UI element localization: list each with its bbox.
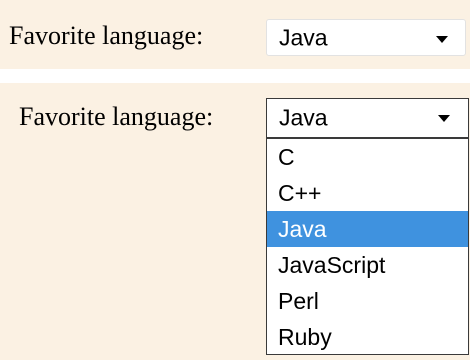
dropdown-option-c[interactable]: C [267,139,468,175]
chevron-down-icon [436,36,448,43]
dropdown-option-javascript[interactable]: JavaScript [267,247,468,283]
dropdown-option-java[interactable]: Java [267,211,468,247]
language-select-open[interactable]: Java [266,98,469,138]
chevron-down-icon [438,115,450,122]
language-select[interactable]: Java [266,19,466,56]
dropdown-option-cpp[interactable]: C++ [267,175,468,211]
select-value: Java [279,104,328,131]
dropdown-option-perl[interactable]: Perl [267,283,468,319]
dropdown-option-ruby[interactable]: Ruby [267,319,468,354]
language-dropdown-list: C C++ Java JavaScript Perl Ruby [266,138,469,355]
select-value: Java [279,24,328,50]
favorite-language-label: Favorite language: [19,102,214,131]
favorite-language-label: Favorite language: [9,21,204,50]
